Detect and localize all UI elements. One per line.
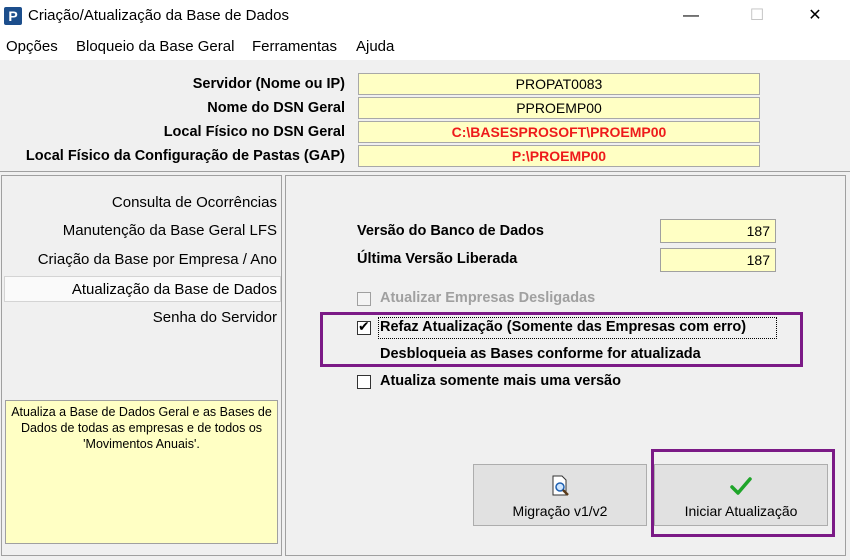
magnifier-page-icon (474, 475, 646, 500)
db-version-label: Versão do Banco de Dados (357, 223, 544, 239)
server-label: Servidor (Nome ou IP) (192, 76, 345, 92)
sidebar-item-manutencao[interactable]: Manutenção da Base Geral LFS (63, 222, 277, 239)
dsn-field[interactable]: PPROEMP00 (358, 97, 760, 119)
highlight-start-button (651, 449, 835, 537)
title-bar: P Criação/Atualização da Base de Dados —… (0, 0, 850, 32)
dsn-label: Nome do DSN Geral (207, 100, 345, 116)
description-box: Atualiza a Base de Dados Geral e as Base… (5, 400, 278, 544)
local-gap-field[interactable]: P:\PROEMP00 (358, 145, 760, 167)
menu-bloqueio[interactable]: Bloqueio da Base Geral (76, 38, 234, 55)
sidebar-item-senha[interactable]: Senha do Servidor (153, 309, 277, 326)
maximize-button[interactable]: ☐ (734, 0, 780, 32)
one-more-label[interactable]: Atualiza somente mais uma versão (380, 373, 621, 389)
app-logo-icon: P (4, 7, 22, 25)
local-dsn-field[interactable]: C:\BASESPROSOFT\PROEMP00 (358, 121, 760, 143)
menu-bar: Opções Bloqueio da Base Geral Ferramenta… (0, 32, 850, 60)
sidebar-item-criacao[interactable]: Criação da Base por Empresa / Ano (38, 251, 277, 268)
close-button[interactable]: ✕ (792, 0, 838, 32)
disconnected-label: Atualizar Empresas Desligadas (380, 290, 596, 306)
migration-button[interactable]: Migração v1/v2 (473, 464, 647, 526)
sidebar: Consulta de Ocorrências Manutenção da Ba… (1, 175, 282, 556)
server-field[interactable]: PROPAT0083 (358, 73, 760, 95)
sidebar-item-atualizacao[interactable]: Atualização da Base de Dados (72, 281, 277, 298)
released-version-label: Última Versão Liberada (357, 251, 518, 267)
released-version-field[interactable]: 187 (660, 248, 776, 272)
menu-ferramentas[interactable]: Ferramentas (252, 38, 337, 55)
header-divider (0, 171, 850, 172)
local-dsn-label: Local Físico no DSN Geral (163, 124, 345, 140)
disconnected-checkbox (357, 292, 371, 306)
minimize-button[interactable]: — (668, 0, 714, 32)
one-more-checkbox[interactable] (357, 375, 371, 389)
window-title: Criação/Atualização da Base de Dados (28, 7, 289, 24)
db-version-field[interactable]: 187 (660, 219, 776, 243)
highlight-redo-option (320, 312, 803, 367)
migration-button-label: Migração v1/v2 (512, 503, 608, 519)
sidebar-item-consulta[interactable]: Consulta de Ocorrências (112, 194, 277, 211)
menu-ajuda[interactable]: Ajuda (356, 38, 394, 55)
menu-opcoes[interactable]: Opções (6, 38, 58, 55)
local-gap-label: Local Físico da Configuração de Pastas (… (25, 148, 345, 164)
